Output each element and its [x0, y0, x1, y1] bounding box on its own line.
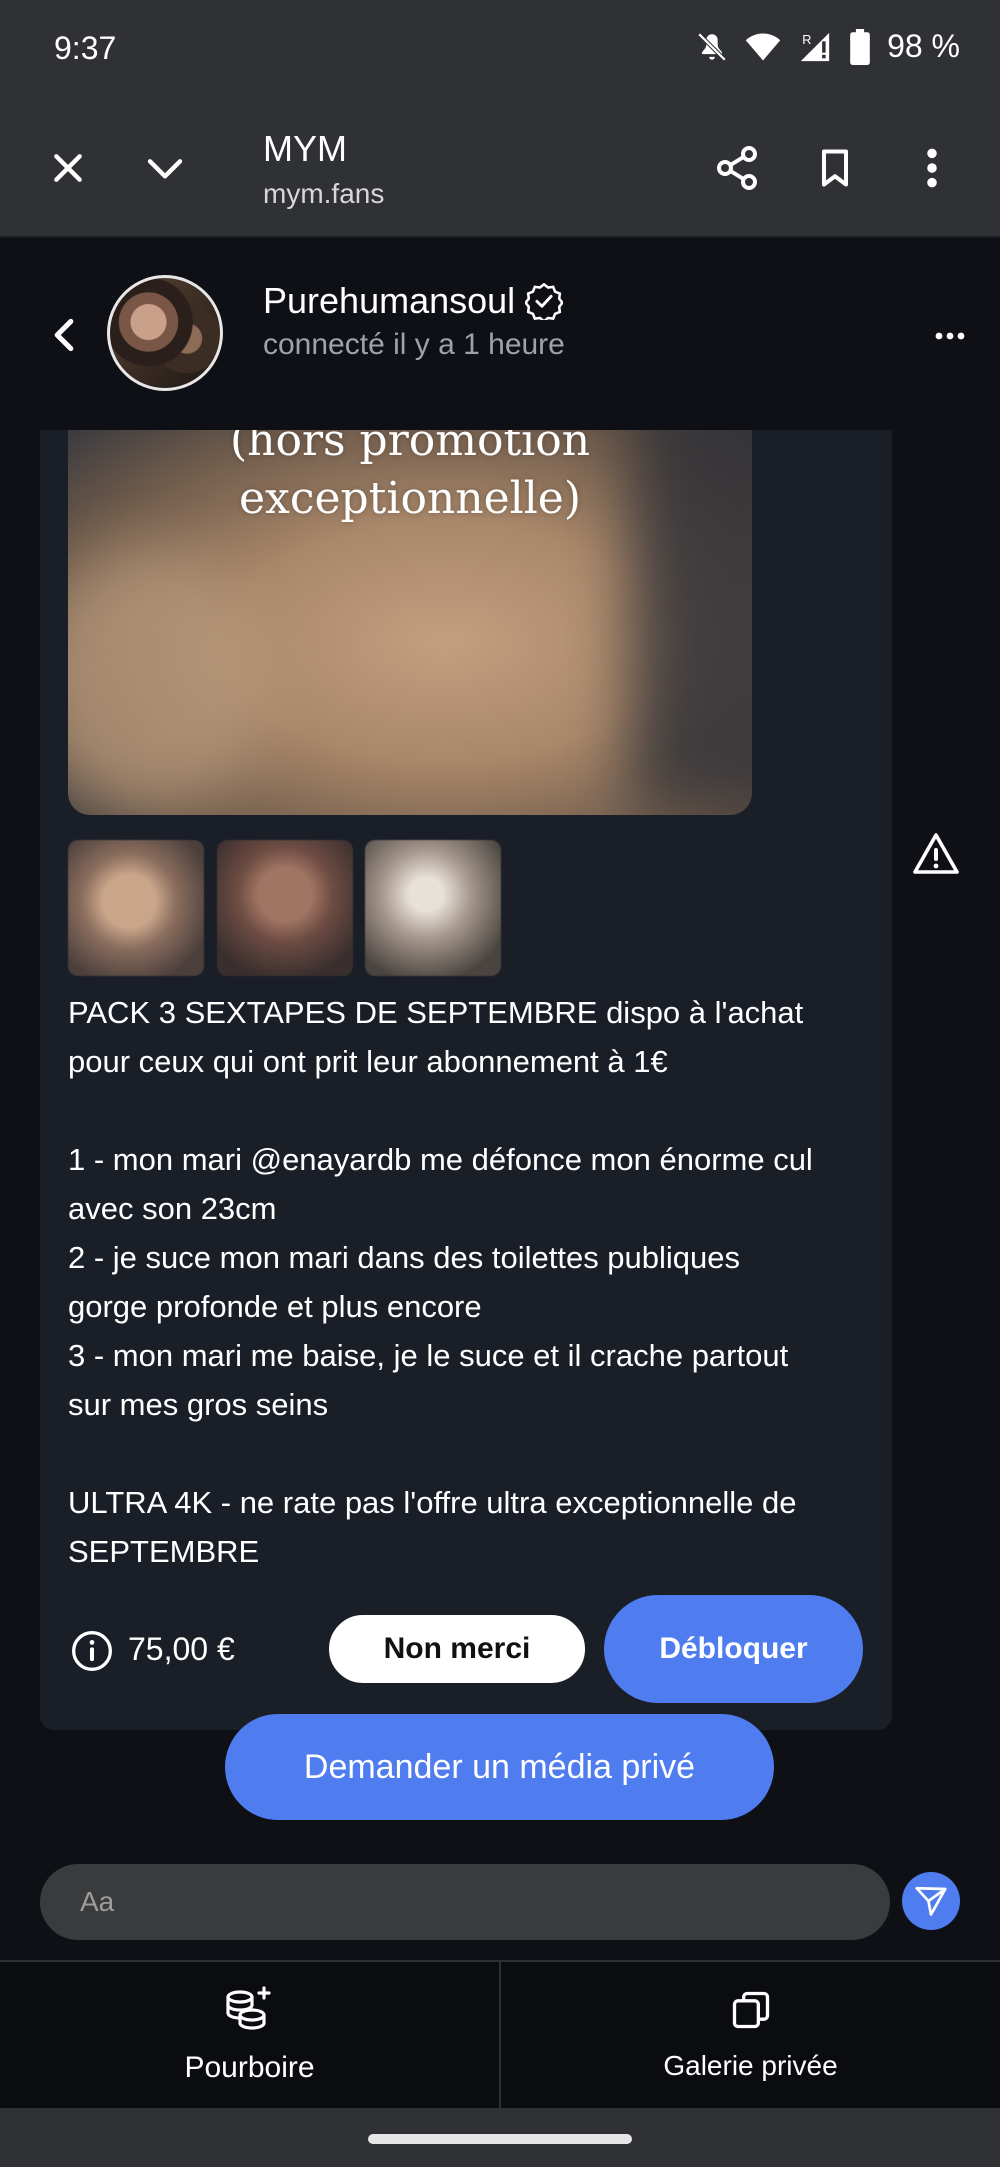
share-icon[interactable] [707, 138, 767, 198]
tip-nav-item[interactable]: Pourboire [0, 1962, 499, 2108]
message-text: PACK 3 SEXTAPES DE SEPTEMBRE dispo à l'a… [68, 995, 813, 1569]
battery-percentage: 98 % [887, 28, 960, 64]
image-caption-line1: (hors promotion [229, 430, 591, 466]
media-thumbnail[interactable] [68, 840, 204, 976]
status-time: 9:37 [54, 30, 117, 66]
paid-message-card: (hors promotion exceptionnelle) PACK 3 S… [40, 430, 892, 1730]
home-gesture-bar[interactable] [368, 2134, 632, 2144]
message-composer [0, 1840, 1000, 1960]
decline-button[interactable]: Non merci [329, 1615, 585, 1683]
image-caption: (hors promotion exceptionnelle) [68, 430, 752, 528]
mute-icon [697, 32, 727, 61]
message-input[interactable] [40, 1864, 890, 1940]
info-icon[interactable] [70, 1629, 114, 1673]
more-vertical-icon[interactable] [902, 138, 962, 198]
profile-name-row[interactable]: Purehumansoul [263, 280, 564, 322]
chevron-left-icon [54, 318, 74, 352]
page-title: MYM [263, 128, 347, 169]
request-private-media-button[interactable]: Demander un média privé [225, 1714, 774, 1820]
status-bar: 9:37 R 98 % [0, 0, 1000, 100]
battery-icon [850, 28, 870, 65]
more-horizontal-icon [935, 332, 965, 340]
chat-options-button[interactable] [930, 316, 970, 356]
signal-icon: R [800, 32, 830, 61]
status-icons: R 98 % [695, 28, 960, 65]
price-row: 75,00 € Non merci Débloquer [40, 1595, 892, 1705]
bottom-navigation: Pourboire Galerie privée [0, 1960, 1000, 2108]
profile-name: Purehumansoul [263, 280, 516, 321]
verified-badge-icon [525, 282, 564, 320]
avatar[interactable] [107, 275, 223, 391]
private-gallery-nav-item[interactable]: Galerie privée [499, 1962, 1000, 2108]
report-warning-icon[interactable] [912, 830, 960, 878]
locked-media-preview[interactable]: (hors promotion exceptionnelle) [68, 430, 752, 815]
image-caption-line2: exceptionnelle) [238, 473, 581, 524]
page-url[interactable]: mym.fans [263, 178, 384, 210]
wifi-icon [745, 33, 781, 60]
unlock-button[interactable]: Débloquer [604, 1595, 863, 1703]
media-thumbnail[interactable] [365, 840, 501, 976]
gallery-label: Galerie privée [663, 2050, 838, 2081]
chat-header: Purehumansoul connecté il y a 1 heure [0, 240, 1000, 430]
send-icon [915, 1886, 947, 1916]
chevron-down-icon[interactable] [135, 138, 195, 198]
system-gesture-area [0, 2108, 1000, 2167]
back-button[interactable] [44, 310, 84, 360]
coins-plus-icon [225, 1986, 271, 2030]
svg-text:R: R [802, 32, 811, 47]
media-thumbnail[interactable] [217, 840, 353, 976]
gallery-copy-icon [732, 1991, 769, 2029]
profile-status: connecté il y a 1 heure [263, 328, 565, 361]
close-icon[interactable] [38, 138, 98, 198]
browser-toolbar: MYM mym.fans [0, 100, 1000, 238]
send-button[interactable] [902, 1872, 960, 1930]
tip-label: Pourboire [184, 2051, 315, 2084]
price-label: 75,00 € [128, 1631, 235, 1667]
bookmark-icon[interactable] [805, 138, 865, 198]
